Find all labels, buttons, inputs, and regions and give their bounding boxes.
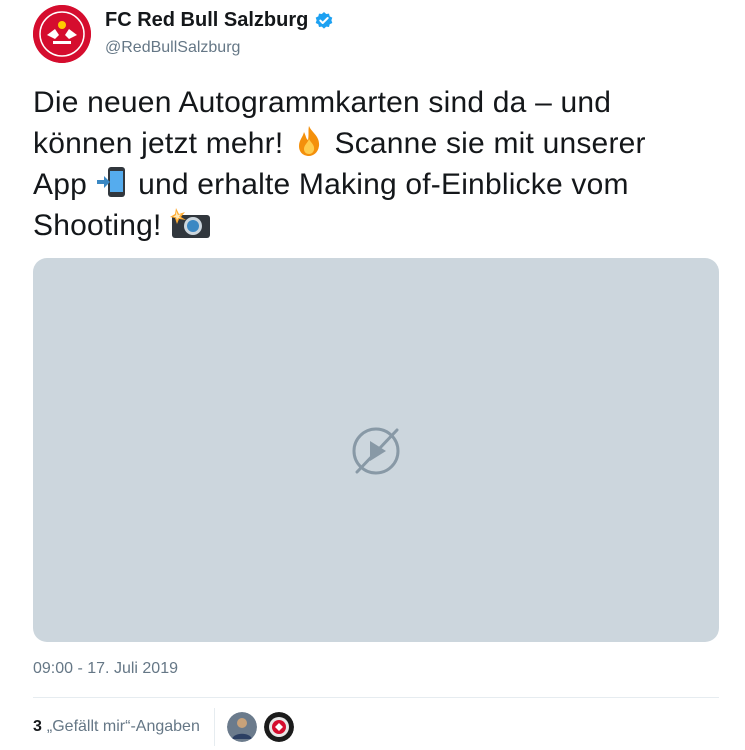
divider [33,697,719,698]
tweet-line-4: Shooting! [33,205,723,246]
account-avatar[interactable] [33,5,91,63]
likes-row: 3 „Gefällt mir“-Angaben [33,708,301,746]
tweet-text-segment: können jetzt mehr! [33,127,284,160]
liker-avatar[interactable] [263,712,294,742]
tweet-text: Die neuen Autogrammkarten sind da – und … [33,82,723,246]
likes-label[interactable]: „Gefällt mir“-Angaben [47,718,200,736]
likes-count[interactable]: 3 [33,718,42,736]
tweet-line-2: können jetzt mehr! Scanne sie mit unsere… [33,123,723,164]
tweet-text-segment: Scanne sie mit unserer [334,127,646,160]
tweet-timestamp[interactable]: 09:00 - 17. Juli 2019 [33,660,178,678]
mobile-arrow-emoji-icon [96,165,130,199]
play-disabled-icon [349,424,403,478]
verified-badge-icon [314,11,334,31]
fire-emoji-icon [292,124,326,158]
account-handle[interactable]: @RedBullSalzburg [105,39,240,57]
tweet-line-3: App und erhalte Making of-Einblicke vom [33,164,723,205]
tweet-text-segment: App [33,168,87,201]
liker-avatar[interactable] [226,712,257,742]
tweet-line-1: Die neuen Autogrammkarten sind da – und [33,86,612,119]
display-name[interactable]: FC Red Bull Salzburg [105,9,308,32]
camera-flash-emoji-icon [170,206,211,240]
tweet-text-segment: und erhalte Making of-Einblicke vom [138,168,629,201]
media-placeholder[interactable] [33,258,719,642]
tweet-header: FC Red Bull Salzburg @RedBullSalzburg [33,5,723,63]
vertical-divider [213,708,215,746]
tweet-text-segment: Shooting! [33,209,162,242]
